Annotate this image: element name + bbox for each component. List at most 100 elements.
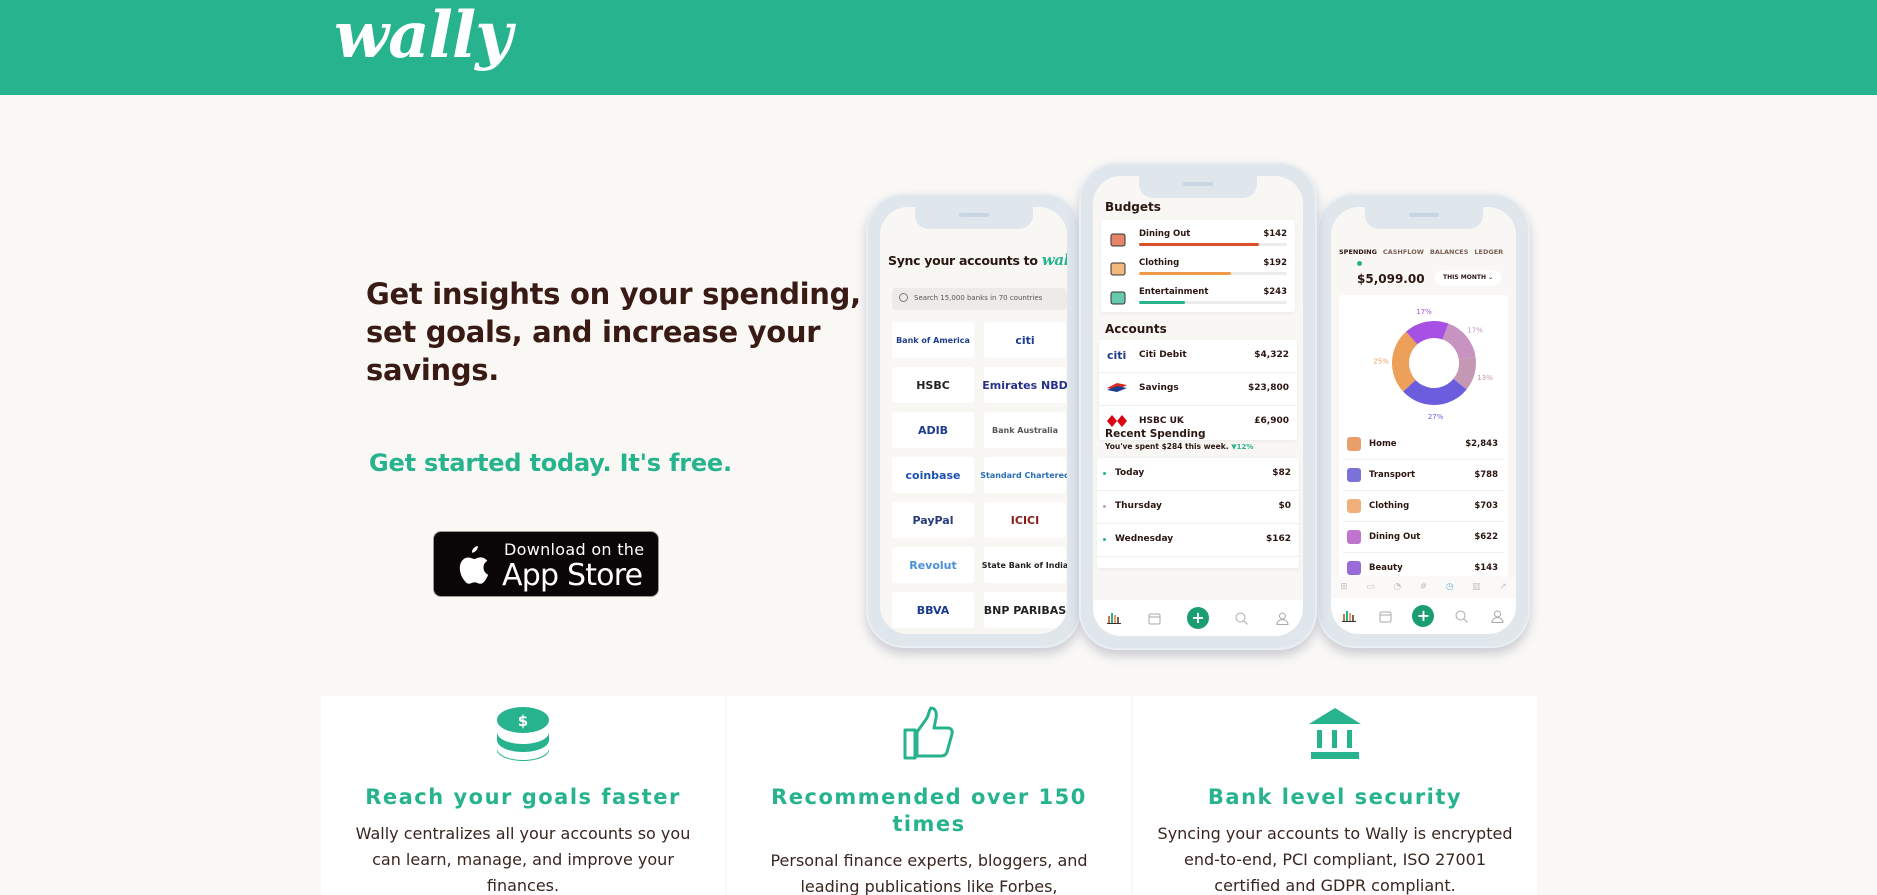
category-icon [1347, 530, 1361, 544]
view-switch-icon[interactable]: # [1420, 582, 1428, 592]
spending-day-row[interactable]: Thursday $0 [1097, 491, 1299, 524]
bank-tile[interactable]: Bank of America [892, 322, 974, 358]
category-amount: $622 [1474, 532, 1498, 542]
category-row[interactable]: Dining Out $622 [1343, 522, 1504, 553]
sync-title-logo: wally [1041, 251, 1067, 269]
account-row[interactable]: Savings $23,800 [1099, 373, 1297, 406]
budget-row[interactable]: Clothing $192 [1101, 255, 1295, 285]
bank-name: Standard Chartered [980, 470, 1067, 480]
phone-screen: Budgets Dining Out $142 Clothing $192 Entert… [1093, 176, 1303, 636]
bank-tile[interactable]: coinbase [892, 457, 974, 493]
feature-text: Personal finance experts, bloggers, and … [770, 851, 1088, 895]
period-dropdown[interactable]: THIS MONTH ⌄ [1435, 270, 1502, 286]
bank-tile[interactable]: ICICI [984, 502, 1066, 538]
view-switch-icon[interactable]: ▥ [1472, 582, 1481, 592]
category-row[interactable]: Clothing $703 [1343, 491, 1504, 522]
bank-name: citi [1015, 333, 1035, 347]
bank-tile[interactable]: Revolut [892, 547, 974, 583]
bank-name: ADIB [917, 423, 949, 437]
account-row[interactable]: citi Citi Debit $4,322 [1099, 340, 1297, 373]
bank-tile[interactable]: citi [984, 322, 1066, 358]
phone-screen: SPENDING CASHFLOW BALANCES LEDGER $5,099… [1331, 207, 1516, 634]
bar-chart-icon[interactable] [1105, 609, 1123, 627]
category-icon [1347, 499, 1361, 513]
phone-mockup-bank-sync: Sync your accounts to wally Search 15,00… [866, 193, 1081, 648]
day-dot-icon [1103, 505, 1106, 508]
add-button[interactable]: + [1186, 607, 1209, 629]
budget-amount: $243 [1263, 287, 1287, 297]
app-store-download-button[interactable]: Download on the App Store [433, 531, 659, 597]
bank-tile[interactable]: Standard Chartered [980, 457, 1067, 493]
account-name: Savings [1139, 383, 1179, 393]
user-icon[interactable] [1273, 609, 1291, 627]
bank-tile[interactable]: PayPal [892, 502, 974, 538]
bar-chart-icon[interactable] [1340, 607, 1358, 625]
calendar-icon[interactable] [1146, 609, 1164, 627]
budget-row[interactable]: Entertainment $243 [1101, 284, 1295, 314]
budgets-title: Budgets [1105, 200, 1161, 214]
budgets-card: Dining Out $142 Clothing $192 Entertainment $… [1101, 220, 1295, 312]
thumbs-up-icon [903, 706, 954, 760]
bank-tile[interactable]: Bank Australia [984, 412, 1066, 448]
phone-mockup-budgets: Budgets Dining Out $142 Clothing $192 Entert… [1079, 162, 1317, 650]
donut-slice-label: 13% [1477, 374, 1493, 382]
calendar-icon[interactable] [1376, 607, 1394, 625]
wally-logo[interactable]: wally [334, 4, 512, 68]
category-row[interactable]: Home $2,843 [1343, 429, 1504, 460]
tab-ledger[interactable]: LEDGER [1474, 248, 1503, 256]
view-switch-icon[interactable]: ◷ [1446, 582, 1454, 592]
phone-notch [1364, 207, 1483, 229]
recent-spending-title: Recent Spending [1105, 428, 1206, 440]
search-icon[interactable] [1232, 609, 1250, 627]
bank-name: Revolut [909, 558, 957, 572]
donut-slice-label: 17% [1467, 327, 1483, 335]
add-button[interactable]: + [1412, 605, 1435, 627]
recent-spending-note: You've spent $284 this week. ▼12% [1105, 442, 1253, 451]
active-tab-indicator [1357, 261, 1362, 266]
bank-name: coinbase [905, 468, 961, 482]
accounts-card: citi Citi Debit $4,322 Savings $23,800 HSBC U… [1099, 340, 1297, 440]
account-name: Citi Debit [1139, 350, 1187, 360]
boa-logo-icon [1107, 382, 1129, 396]
category-icon [1347, 468, 1361, 482]
category-row[interactable]: Transport $788 [1343, 460, 1504, 491]
feature-text: Wally centralizes all your accounts so y… [355, 824, 691, 895]
accounts-title: Accounts [1105, 322, 1167, 336]
bank-tile[interactable]: ADIB [892, 412, 974, 448]
budget-row[interactable]: Dining Out $142 [1101, 226, 1295, 256]
user-icon[interactable] [1489, 607, 1507, 625]
bank-name: PayPal [912, 513, 954, 527]
phone-mockup-spending: SPENDING CASHFLOW BALANCES LEDGER $5,099… [1317, 193, 1530, 648]
bank-search-input[interactable]: Search 15,000 banks in 70 countries [892, 288, 1067, 310]
spending-day-row[interactable]: Wednesday $162 [1097, 524, 1299, 557]
bank-tile[interactable]: Emirates NBD [982, 367, 1067, 403]
view-switch-icon[interactable]: ⊞ [1340, 582, 1348, 592]
takeout-box-icon [1107, 228, 1129, 250]
bottom-tab-bar: + [1093, 600, 1303, 636]
spending-day-row[interactable]: Today $82 [1097, 458, 1299, 491]
bank-name: Bank Australia [992, 425, 1058, 435]
tab-balances[interactable]: BALANCES [1430, 248, 1469, 256]
day-name: Wednesday [1115, 534, 1174, 544]
view-switch-icon[interactable]: ↗ [1499, 582, 1507, 592]
tab-spending[interactable]: SPENDING [1339, 248, 1377, 256]
category-name: Beauty [1369, 563, 1403, 573]
phone-screen: Sync your accounts to wally Search 15,00… [880, 207, 1067, 634]
spending-donut-chart: 17% 13% 27% 25% 17% [1373, 308, 1493, 421]
account-balance: $23,800 [1248, 383, 1289, 393]
tab-cashflow[interactable]: CASHFLOW [1383, 248, 1424, 256]
svg-text:$: $ [518, 712, 528, 730]
bank-tile[interactable]: BNP PARIBAS [984, 592, 1066, 628]
search-icon[interactable] [1453, 607, 1471, 625]
bank-tile[interactable]: BBVA [892, 592, 974, 628]
donut-slice[interactable] [1403, 378, 1467, 405]
sync-title-text: Sync your accounts to [888, 253, 1038, 268]
budget-amount: $192 [1263, 258, 1287, 268]
app-store-line2: App Store [502, 558, 643, 593]
bank-tile[interactable]: HSBC [892, 367, 974, 403]
view-switch-icon[interactable]: ◔ [1393, 582, 1401, 592]
bank-grid: Bank of America citi HSBC Emirates NBD ADIB B… [892, 322, 1067, 628]
bank-name: HSBC [916, 378, 950, 392]
bank-tile[interactable]: State Bank of India [982, 547, 1067, 583]
view-switch-icon[interactable]: ▭ [1366, 582, 1375, 592]
